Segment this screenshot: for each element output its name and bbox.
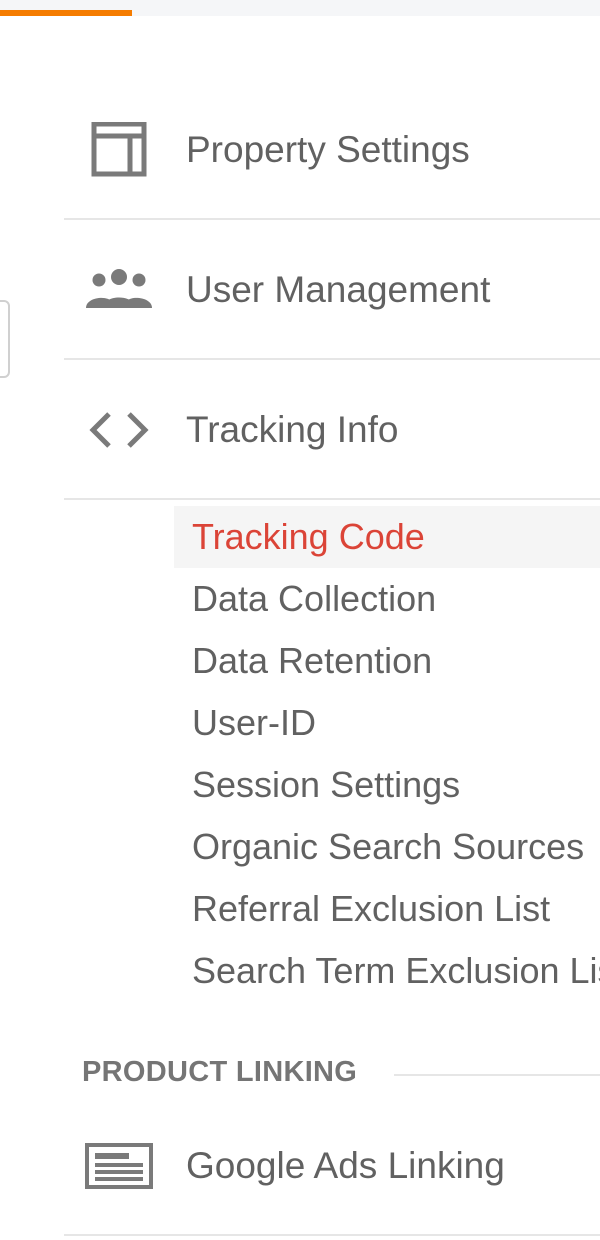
layout-icon bbox=[84, 120, 154, 180]
nav-item-label: User Management bbox=[186, 269, 491, 310]
code-icon bbox=[84, 400, 154, 460]
submenu-item-session-settings[interactable]: Session Settings bbox=[174, 754, 600, 816]
submenu-item-referral-exclusion-list[interactable]: Referral Exclusion List bbox=[174, 878, 600, 940]
submenu-item-search-term-exclusion-list[interactable]: Search Term Exclusion List bbox=[174, 940, 600, 1002]
submenu-item-organic-search-sources[interactable]: Organic Search Sources bbox=[174, 816, 600, 878]
submenu-item-tracking-code[interactable]: Tracking Code bbox=[174, 506, 600, 568]
ads-icon bbox=[84, 1136, 154, 1196]
nav-item-property-settings[interactable]: Property Settings bbox=[64, 82, 600, 220]
nav-item-label: Tracking Info bbox=[186, 409, 399, 450]
submenu-item-user-id[interactable]: User-ID bbox=[174, 692, 600, 754]
nav-item-label: Google Ads Linking bbox=[186, 1145, 505, 1186]
tracking-info-submenu: Tracking Code Data Collection Data Reten… bbox=[174, 506, 600, 1002]
submenu-item-data-retention[interactable]: Data Retention bbox=[174, 630, 600, 692]
nav-item-label: Property Settings bbox=[186, 129, 470, 170]
admin-property-panel: Property Settings User Management Tracki… bbox=[0, 0, 600, 1240]
nav-item-tracking-info[interactable]: Tracking Info bbox=[64, 362, 600, 500]
section-header-product-linking: PRODUCT LINKING bbox=[82, 1056, 358, 1088]
nav-item-google-ads-linking[interactable]: Google Ads Linking bbox=[64, 1098, 600, 1236]
people-icon bbox=[84, 260, 154, 320]
submenu-item-data-collection[interactable]: Data Collection bbox=[174, 568, 600, 630]
nav-item-user-management[interactable]: User Management bbox=[64, 222, 600, 360]
column-handle[interactable] bbox=[0, 300, 10, 378]
section-divider bbox=[394, 1074, 600, 1076]
active-tab-indicator bbox=[0, 10, 132, 16]
